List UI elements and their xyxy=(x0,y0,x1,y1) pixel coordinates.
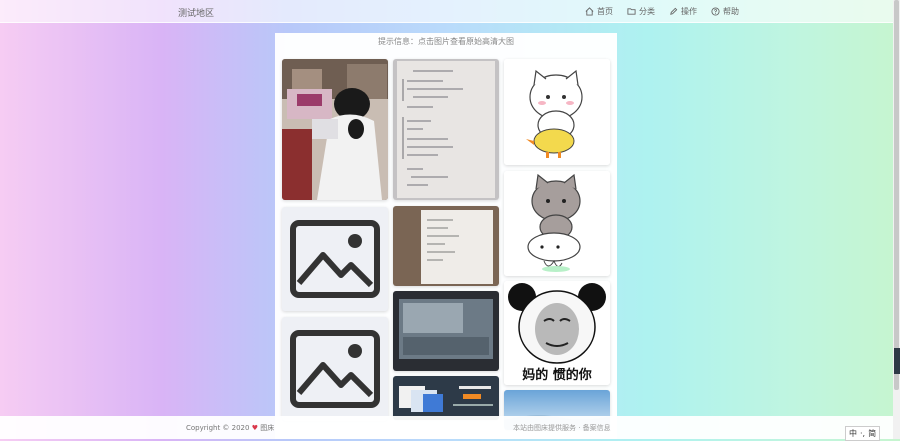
gallery-card: 提示信息：点击图片查看原始高清大图 妈的 惯的你 xyxy=(275,33,617,439)
ime-mode[interactable]: 中 xyxy=(849,428,857,439)
nav-item-category[interactable]: 分类 xyxy=(627,6,655,17)
image-tile-screen[interactable] xyxy=(393,291,499,371)
image-placeholder-icon xyxy=(290,220,380,298)
meme-caption: 妈的 惯的你 xyxy=(522,368,592,383)
monitor-photo xyxy=(393,291,499,371)
owner-link[interactable]: 图床 xyxy=(260,424,274,432)
nav-label: 操作 xyxy=(681,7,697,16)
top-navigation-bar: 测试地区 首页 分类 操作 帮助 xyxy=(0,0,893,23)
image-tile-notebook[interactable] xyxy=(393,59,499,200)
image-tile-placeholder-1[interactable] xyxy=(282,207,388,311)
image-tile-panda-meme[interactable]: 妈的 惯的你 xyxy=(504,281,610,385)
side-float-widget[interactable] xyxy=(894,348,900,374)
page-footer: Copyright © 2020 ♥ 图床 本站由图床提供服务 · 备案信息 xyxy=(0,416,893,439)
footer-copyright: Copyright © 2020 ♥ 图床 xyxy=(186,423,274,433)
ime-punct[interactable]: ·, xyxy=(860,429,865,438)
heart-icon: ♥ xyxy=(251,424,258,432)
nav-label: 分类 xyxy=(639,7,655,16)
edit-icon xyxy=(670,7,678,15)
nav-item-home[interactable]: 首页 xyxy=(585,6,613,17)
gallery-notice: 提示信息：点击图片查看原始高清大图 xyxy=(378,37,514,46)
nav-label: 帮助 xyxy=(723,7,739,16)
image-tile-placeholder-2[interactable] xyxy=(282,317,388,421)
image-tile-document[interactable] xyxy=(393,206,499,286)
image-tile-cat-duck[interactable] xyxy=(504,59,610,165)
home-icon xyxy=(585,7,594,16)
nav-item-operation[interactable]: 操作 xyxy=(669,6,697,17)
nav-item-help[interactable]: 帮助 xyxy=(711,6,739,17)
cat-duck-sticker xyxy=(504,59,610,165)
slides-screenshot xyxy=(393,376,499,420)
document-photo xyxy=(393,206,499,286)
ime-label[interactable]: 简 xyxy=(868,428,876,439)
main-nav: 首页 分类 操作 帮助 xyxy=(585,6,739,17)
nav-label: 首页 xyxy=(597,7,613,16)
notebook-photo xyxy=(393,59,499,200)
footer-info[interactable]: 本站由图床提供服务 · 备案信息 xyxy=(513,423,611,433)
cats-stack-sticker xyxy=(504,171,610,276)
site-brand[interactable]: 测试地区 xyxy=(178,6,214,19)
image-tile-cats-stack[interactable] xyxy=(504,171,610,276)
scrollbar-thumb[interactable] xyxy=(894,0,899,390)
classroom-photo xyxy=(282,59,388,200)
image-placeholder-icon xyxy=(290,330,380,408)
image-tile-slides[interactable] xyxy=(393,376,499,420)
image-tile-classroom[interactable] xyxy=(282,59,388,200)
folder-icon xyxy=(627,8,636,15)
help-icon xyxy=(711,7,720,16)
copyright-text: Copyright © 2020 xyxy=(186,424,250,432)
